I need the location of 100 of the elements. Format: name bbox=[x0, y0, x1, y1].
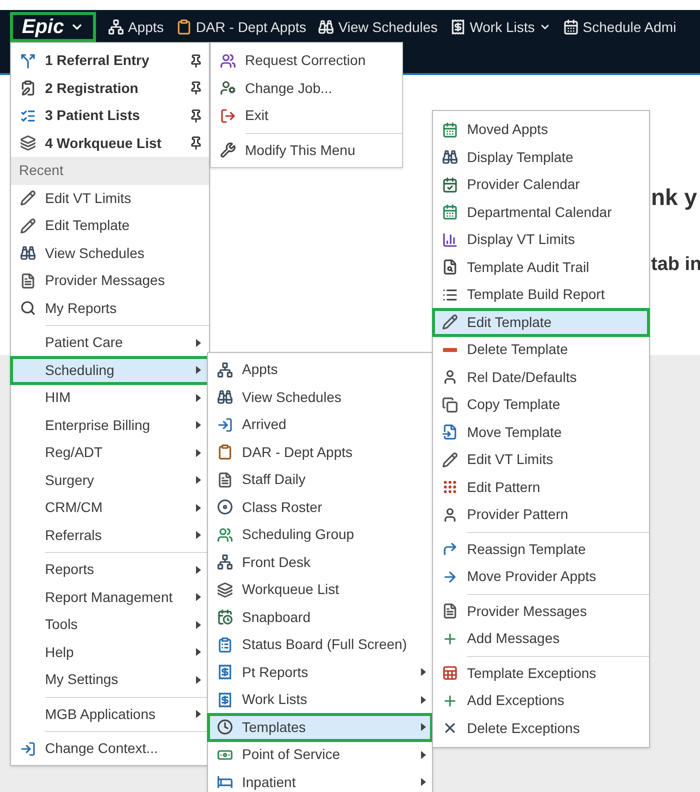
menu-item[interactable]: Referrals bbox=[11, 522, 209, 549]
menu-item[interactable]: Arrived bbox=[208, 411, 432, 438]
toolbar-button[interactable]: DAR - Dept Appts bbox=[176, 12, 306, 42]
menu-item[interactable]: 4 Workqueue List bbox=[11, 130, 209, 157]
binoculars-icon bbox=[217, 389, 233, 406]
menu-item[interactable]: My Reports bbox=[11, 294, 209, 322]
menu-item[interactable]: Exit bbox=[211, 102, 402, 130]
menu-item[interactable]: Pt Reports bbox=[208, 658, 432, 686]
login-arrow-icon bbox=[217, 416, 233, 433]
wrench-icon bbox=[220, 142, 236, 158]
toolbar-button[interactable]: View Schedules bbox=[318, 12, 438, 42]
menu-item[interactable]: Template Exceptions bbox=[433, 660, 649, 687]
submenu-arrow-icon bbox=[421, 750, 426, 759]
menu-item[interactable]: Tools bbox=[11, 611, 209, 638]
clock-icon bbox=[217, 719, 233, 736]
submenu-arrow-icon bbox=[421, 723, 426, 732]
menu-item[interactable]: Delete Template bbox=[433, 336, 649, 364]
menu-item[interactable]: Copy Template bbox=[433, 391, 649, 418]
menu-item[interactable]: View Schedules bbox=[11, 240, 209, 267]
document-icon bbox=[20, 272, 36, 289]
menu-item[interactable]: MGB Applications bbox=[11, 700, 209, 728]
menu-item[interactable]: Add Exceptions bbox=[433, 687, 649, 714]
menu-item[interactable]: Provider Messages bbox=[11, 267, 209, 294]
menu-item[interactable]: Help bbox=[11, 638, 209, 666]
menu-item[interactable]: Templates bbox=[208, 714, 432, 741]
menu-item[interactable]: Staff Daily bbox=[208, 466, 432, 494]
menu-item[interactable]: Surgery bbox=[11, 466, 209, 494]
submenu-arrow-icon bbox=[196, 504, 201, 512]
menu-item[interactable]: Request Correction bbox=[211, 47, 402, 74]
plus-icon bbox=[442, 692, 458, 709]
menu-item[interactable]: Snapboard bbox=[208, 604, 432, 631]
epic-menu-button[interactable]: Epic bbox=[10, 12, 96, 42]
menu-item[interactable]: Delete Exceptions bbox=[433, 714, 649, 742]
menu-item[interactable]: Add Messages bbox=[433, 625, 649, 652]
menu-item[interactable]: View Schedules bbox=[208, 384, 432, 411]
menu-item[interactable]: Reassign Template bbox=[433, 536, 649, 563]
menu-item[interactable]: Provider Messages bbox=[433, 598, 649, 625]
toolbar-button[interactable]: Appts bbox=[108, 12, 164, 42]
menu-item[interactable]: Patient Care bbox=[11, 329, 209, 356]
menu-item[interactable]: Scheduling bbox=[11, 356, 209, 384]
calendar-clock-icon bbox=[217, 609, 233, 626]
menu-item[interactable]: Edit VT Limits bbox=[11, 184, 209, 212]
menu-item[interactable]: 1 Referral Entry bbox=[11, 47, 209, 74]
menu-item[interactable]: Rel Date/Defaults bbox=[433, 364, 649, 391]
menu-item[interactable]: Status Board (Full Screen) bbox=[208, 631, 432, 658]
pencil-icon bbox=[442, 452, 458, 468]
menu-item[interactable]: Class Roster bbox=[208, 494, 432, 521]
menu-item[interactable]: Edit Template bbox=[433, 308, 649, 336]
menu-item[interactable]: Reports bbox=[11, 556, 209, 584]
menu-item[interactable]: Appts bbox=[208, 356, 432, 384]
menu-item[interactable]: My Settings bbox=[11, 666, 209, 694]
menu-item[interactable]: Departmental Calendar bbox=[433, 198, 649, 226]
menu-item[interactable]: 3 Patient Lists bbox=[11, 102, 209, 130]
stacked-pages-icon bbox=[217, 582, 233, 598]
menu-item[interactable]: 2 Registration bbox=[11, 74, 209, 102]
menu-item[interactable]: Change Job... bbox=[211, 74, 402, 102]
pencil-icon bbox=[20, 218, 36, 234]
menu-item[interactable]: Modify This Menu bbox=[211, 136, 402, 164]
right-arrow-icon bbox=[442, 568, 458, 585]
menu-item[interactable]: Workqueue List bbox=[208, 576, 432, 604]
menu-item[interactable]: Front Desk bbox=[208, 548, 432, 576]
split-arrow-icon bbox=[20, 52, 36, 69]
menu-item[interactable]: Enterprise Billing bbox=[11, 412, 209, 439]
menu-item[interactable]: Work Lists bbox=[208, 686, 432, 714]
person-icon bbox=[442, 506, 458, 523]
menu-item[interactable]: Provider Pattern bbox=[433, 501, 649, 528]
binoculars-icon bbox=[20, 245, 36, 262]
menu-item[interactable]: Edit Pattern bbox=[433, 474, 649, 501]
menu-item[interactable]: Edit Template bbox=[11, 212, 209, 240]
toolbar-button[interactable]: Work Lists bbox=[450, 12, 551, 42]
menu-item[interactable]: Change Context... bbox=[11, 735, 209, 762]
menu-item[interactable]: Point of Service bbox=[208, 741, 432, 768]
network-icon bbox=[217, 362, 233, 378]
menu-item[interactable]: HIM bbox=[11, 384, 209, 412]
submenu-arrow-icon bbox=[196, 366, 201, 374]
clipboard-icon bbox=[176, 19, 192, 35]
menu-item[interactable]: Move Template bbox=[433, 418, 649, 446]
menu-item[interactable]: Display Template bbox=[433, 144, 649, 171]
submenu-arrow-icon bbox=[196, 476, 201, 484]
menu-item[interactable]: Edit VT Limits bbox=[433, 446, 649, 474]
document-search-icon bbox=[442, 259, 458, 276]
calendar-icon bbox=[442, 122, 458, 138]
menu-item[interactable]: Template Build Report bbox=[433, 281, 649, 308]
submenu-arrow-icon bbox=[196, 593, 201, 602]
menu-item[interactable]: Provider Calendar bbox=[433, 171, 649, 198]
menu-item[interactable]: Template Audit Trail bbox=[433, 254, 649, 281]
menu-item[interactable]: Inpatient bbox=[208, 768, 432, 792]
plus-icon bbox=[442, 630, 458, 647]
menu-item[interactable]: Moved Appts bbox=[433, 116, 649, 144]
people-icon bbox=[220, 52, 236, 69]
menu-item[interactable]: Report Management bbox=[11, 584, 209, 611]
menu-item[interactable]: Scheduling Group bbox=[208, 521, 432, 548]
submenu-arrow-icon bbox=[196, 566, 201, 574]
menu-item[interactable]: Display VT Limits bbox=[433, 226, 649, 254]
toolbar-button[interactable]: Schedule Admi bbox=[562, 12, 676, 42]
menu-item[interactable]: CRM/CM bbox=[11, 494, 209, 522]
menu-item[interactable]: Move Provider Appts bbox=[433, 563, 649, 590]
submenu-arrow-icon bbox=[421, 696, 426, 704]
menu-item[interactable]: Reg/ADT bbox=[11, 439, 209, 466]
menu-item[interactable]: DAR - Dept Appts bbox=[208, 438, 432, 466]
